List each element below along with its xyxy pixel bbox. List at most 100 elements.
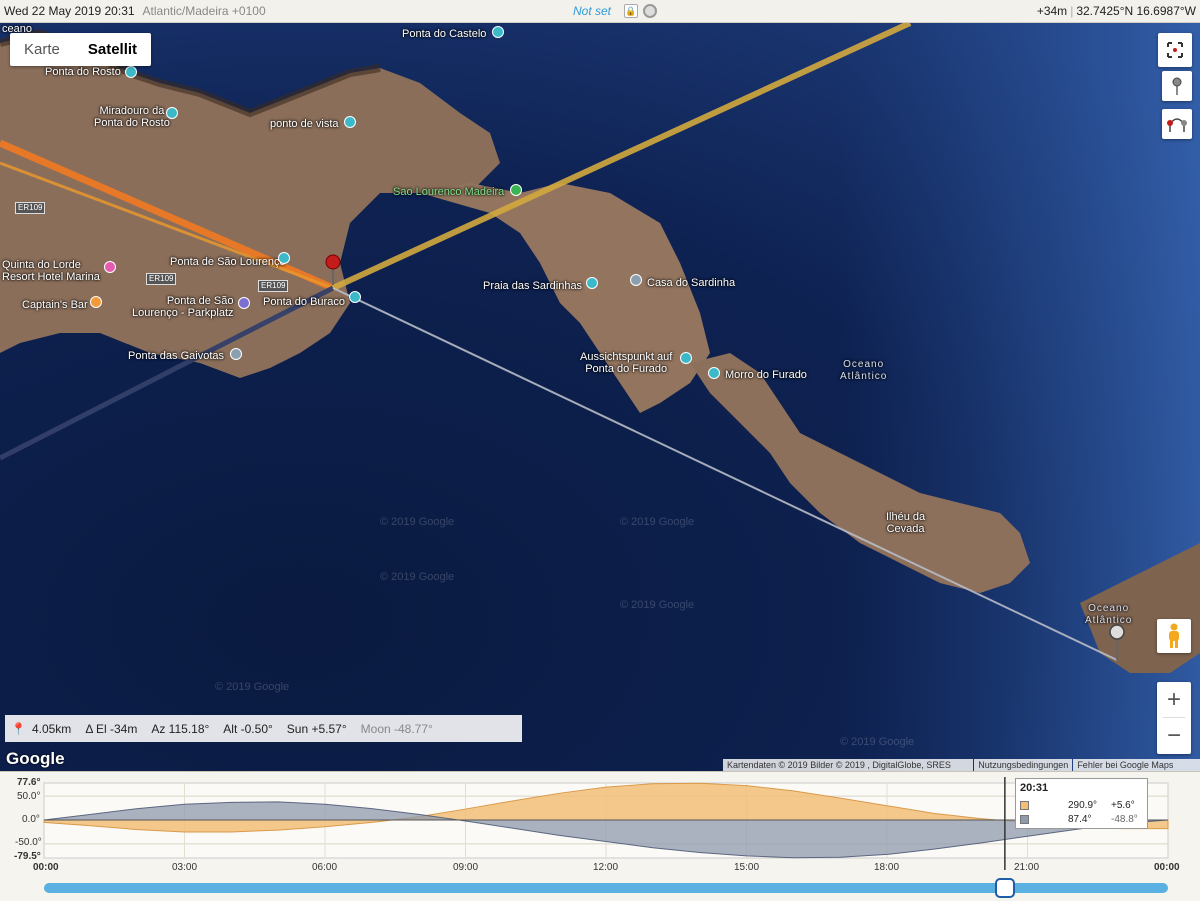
x-tick-label: 06:00 <box>312 862 338 873</box>
map-watermark: © 2019 Google <box>620 516 695 528</box>
pin-icon <box>1172 77 1182 95</box>
viewpoint-icon[interactable] <box>344 116 356 128</box>
delta-elevation-value: Δ El -34m <box>85 721 138 736</box>
datetime-label: Wed 22 May 2019 20:31 <box>4 4 135 18</box>
map-imagery <box>0 23 1200 771</box>
map-type-control: Karte Satellit <box>10 33 152 66</box>
status-display[interactable]: Not set <box>573 4 611 18</box>
distance-value: 4.05km <box>31 721 72 736</box>
label-parkplatz[interactable]: Ponta de São Lourenço - Parkplatz <box>132 295 234 319</box>
x-tick-label: 09:00 <box>453 862 479 873</box>
viewpoint-icon[interactable] <box>278 252 290 264</box>
measurement-bar: 📍 4.05km Δ El -34m Az 115.18° Alt -0.50°… <box>5 715 522 742</box>
label-sao-lourenco-madeira[interactable]: Sao Lourenco Madeira <box>393 186 504 198</box>
lock-icon[interactable]: 🔒 <box>624 4 638 18</box>
x-tick-label: 12:00 <box>593 862 619 873</box>
viewpoint-icon[interactable] <box>586 277 598 289</box>
moon-swatch <box>1020 815 1029 824</box>
road-shield: ER109 <box>146 273 177 285</box>
sun-value: Sun +5.57° <box>286 721 347 736</box>
viewpoint-icon[interactable] <box>349 291 361 303</box>
coordinates-label: 32.7425°N 16.6987°W <box>1076 4 1196 18</box>
cursor-time: 20:31 <box>1020 782 1049 794</box>
place-icon[interactable] <box>230 348 242 360</box>
timezone-label: Atlantic/Madeira +0100 <box>142 4 266 18</box>
map-watermark: © 2019 Google <box>380 571 455 583</box>
parking-icon[interactable] <box>238 297 250 309</box>
street-view-button[interactable] <box>1157 619 1191 653</box>
pin-button[interactable] <box>1162 71 1192 101</box>
label-morro-do-furado[interactable]: Morro do Furado <box>725 369 807 381</box>
zoom-out-button[interactable]: − <box>1157 718 1191 754</box>
x-tick-label: 21:00 <box>1014 862 1040 873</box>
viewpoint-icon[interactable] <box>492 26 504 38</box>
map-watermark: © 2019 Google <box>840 736 915 748</box>
zoom-in-button[interactable]: + <box>1157 682 1191 718</box>
viewpoint-icon[interactable] <box>680 352 692 364</box>
elevation-label: +34m <box>1036 4 1068 18</box>
x-tick-label: 03:00 <box>172 862 198 873</box>
map-type-satellit[interactable]: Satellit <box>74 33 151 66</box>
azimuth-value: Az 115.18° <box>151 721 210 736</box>
map-watermark: © 2019 Google <box>620 599 695 611</box>
sun-swatch <box>1020 801 1029 810</box>
y-tick-label: 77.6° <box>17 777 41 788</box>
label-casa-do-sardinha[interactable]: Casa do Sardinha <box>647 277 735 289</box>
x-tick-label: 00:00 <box>33 862 59 873</box>
terms-link[interactable]: Nutzungsbedingungen <box>974 759 1073 771</box>
sightline-button[interactable] <box>1162 109 1192 139</box>
fullscreen-button[interactable] <box>1158 33 1192 67</box>
label-miradouro[interactable]: Miradouro da Ponta do Rosto <box>94 105 170 129</box>
cursor-readout: 20:31 290.9° +5.6° 87.4° -48.8° <box>1015 778 1148 829</box>
label-ponta-do-rosto[interactable]: Ponta do Rosto <box>45 66 121 78</box>
y-tick-label: 50.0° <box>17 791 41 802</box>
sun-azimuth: 290.9° <box>1068 800 1098 811</box>
label-oceano-atlantico: Oceano Atlântico <box>840 359 888 382</box>
label-aussichtspunkt[interactable]: Aussichtspunkt auf Ponta do Furado <box>580 351 672 375</box>
label-ponto-de-vista[interactable]: ponto de vista <box>270 118 339 130</box>
altitude-value: Alt -0.50° <box>223 721 273 736</box>
label-ilheu-da-cevada[interactable]: Ilhéu da Cevada <box>886 511 925 535</box>
attribution-text: Kartendaten © 2019 Bilder © 2019 , Digit… <box>723 759 974 771</box>
datetime-display[interactable]: Wed 22 May 2019 20:31 Atlantic/Madeira +0… <box>4 4 266 18</box>
road-shield: ER109 <box>15 202 46 214</box>
viewpoint-icon[interactable] <box>166 107 178 119</box>
sun-moon-altitude-chart[interactable]: 77.6° 50.0° 0.0° -50.0° -79.5° 00:00 03:… <box>0 771 1200 900</box>
map-type-karte[interactable]: Karte <box>10 33 74 66</box>
moon-altitude: -48.8° <box>1111 814 1138 825</box>
zoom-control: + − <box>1157 682 1191 754</box>
location-readout: +34m | 32.7425°N 16.6987°W <box>1037 4 1196 18</box>
label-quinta-do-lorde[interactable]: Quinta do Lorde Resort Hotel Marina <box>2 259 100 283</box>
hotel-icon[interactable] <box>104 261 116 273</box>
label-ponta-de-sao-lourenco[interactable]: Ponta de São Lourenço <box>170 256 286 268</box>
x-tick-label: 18:00 <box>874 862 900 873</box>
x-tick-label: 00:00 <box>1154 862 1180 873</box>
moon-azimuth: 87.4° <box>1068 814 1092 825</box>
place-icon[interactable] <box>630 274 642 286</box>
label-ponta-do-buraco[interactable]: Ponta do Buraco <box>263 296 345 308</box>
google-logo[interactable]: Google <box>6 749 65 769</box>
label-ponta-das-gaivotas[interactable]: Ponta das Gaivotas <box>128 350 224 362</box>
pegman-icon <box>1169 623 1179 648</box>
bar-icon[interactable] <box>90 296 102 308</box>
divider <box>1163 717 1185 718</box>
x-tick-label: 15:00 <box>734 862 760 873</box>
top-status-bar: Wed 22 May 2019 20:31 Atlantic/Madeira +0… <box>0 0 1200 23</box>
map-watermark: © 2019 Google <box>215 681 290 693</box>
y-tick-label: 0.0° <box>22 814 40 825</box>
label-praia-das-sardinhas[interactable]: Praia das Sardinhas <box>483 280 582 292</box>
label-ponta-do-castelo[interactable]: Ponta do Castelo <box>402 28 486 40</box>
report-error-link[interactable]: Fehler bei Google Maps melden <box>1073 759 1200 771</box>
label-captains-bar[interactable]: Captain's Bar <box>22 299 88 311</box>
toggle-icon[interactable] <box>643 4 657 18</box>
viewpoint-icon[interactable] <box>708 367 720 379</box>
not-set-label: Not set <box>573 4 612 18</box>
pin-pair-icon: 📍 <box>11 721 26 736</box>
hiking-icon[interactable] <box>510 184 522 196</box>
viewpoint-icon[interactable] <box>125 66 137 78</box>
map-watermark: © 2019 Google <box>380 516 455 528</box>
time-slider-thumb[interactable] <box>995 878 1015 898</box>
sun-altitude: +5.6° <box>1111 800 1135 811</box>
satellite-map[interactable]: ceano Ponta do Castelo Ponta do Rosto Mi… <box>0 23 1200 771</box>
map-attribution: Kartendaten © 2019 Bilder © 2019 , Digit… <box>722 759 1200 771</box>
